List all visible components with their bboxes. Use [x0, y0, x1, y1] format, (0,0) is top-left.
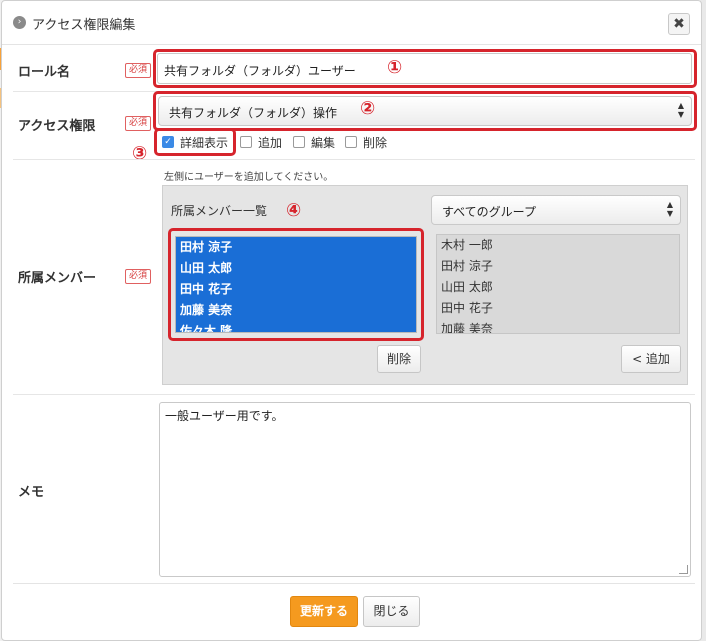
row-divider	[13, 159, 695, 160]
list-item[interactable]: 山田 太郎	[437, 277, 679, 298]
remove-member-button[interactable]: 削除	[377, 345, 421, 373]
marker-2: ②	[360, 98, 376, 119]
dialog-titlebar: › アクセス権限編集 ✖	[2, 1, 701, 45]
resize-handle-icon[interactable]	[679, 565, 688, 574]
footer-divider	[13, 583, 695, 584]
add-permission-label: 追加	[258, 136, 283, 150]
highlight-frame-4	[168, 228, 424, 341]
group-select[interactable]: すべてのグループ ▲ ▼	[431, 195, 681, 225]
marker-1: ①	[387, 57, 403, 78]
marker-3: ③	[132, 143, 148, 164]
group-select-value: すべてのグループ	[442, 205, 536, 219]
edit-permission-label: 編集	[311, 136, 336, 150]
access-label: アクセス権限	[18, 119, 96, 134]
memo-textarea[interactable]: 一般ユーザー用です。	[159, 402, 691, 577]
close-dialog-button[interactable]: 閉じる	[363, 596, 420, 627]
add-permission-checkbox[interactable]	[240, 136, 252, 148]
delete-permission-checkbox[interactable]	[345, 136, 357, 148]
add-member-button[interactable]: < 追加	[621, 345, 681, 373]
row-divider	[13, 394, 695, 395]
marker-4: ④	[286, 200, 302, 221]
members-label: 所属メンバー	[18, 271, 97, 286]
list-item[interactable]: 田中 花子	[437, 298, 679, 319]
role-name-label: ロール名	[18, 65, 71, 80]
delete-permission-label: 削除	[363, 136, 388, 150]
close-button[interactable]: ✖	[668, 13, 690, 35]
access-permission-dialog: › アクセス権限編集 ✖ ロール名 必須 共有フォルダ（フォルダ）ユーザー ① …	[1, 0, 702, 641]
member-list-title: 所属メンバー一覧	[171, 204, 268, 218]
required-badge: 必須	[125, 63, 151, 78]
required-badge: 必須	[125, 116, 151, 131]
edit-permission-checkbox[interactable]	[293, 136, 305, 148]
update-button[interactable]: 更新する	[290, 596, 358, 627]
select-arrows-icon: ▲ ▼	[666, 200, 673, 218]
dialog-title: アクセス権限編集	[32, 18, 136, 33]
list-item[interactable]: 木村 一郎	[437, 235, 679, 256]
list-item[interactable]: 田村 涼子	[437, 256, 679, 277]
list-item[interactable]: 加藤 美奈	[437, 319, 679, 333]
memo-label: メモ	[18, 485, 45, 500]
highlight-frame-1	[153, 49, 697, 88]
members-hint: 左側にユーザーを追加してください。	[164, 172, 334, 183]
memo-value: 一般ユーザー用です。	[165, 409, 284, 423]
available-users-listbox[interactable]: 木村 一郎 田村 涼子 山田 太郎 田中 花子 加藤 美奈	[436, 234, 680, 334]
required-badge: 必須	[125, 269, 151, 284]
highlight-frame-2	[153, 91, 697, 131]
member-panel: 所属メンバー一覧 ④ すべてのグループ ▲ ▼ 田村 涼子 山田 太郎 田中 花子…	[162, 185, 688, 385]
chevron-right-icon: ›	[13, 16, 26, 29]
highlight-frame-3	[154, 128, 236, 156]
